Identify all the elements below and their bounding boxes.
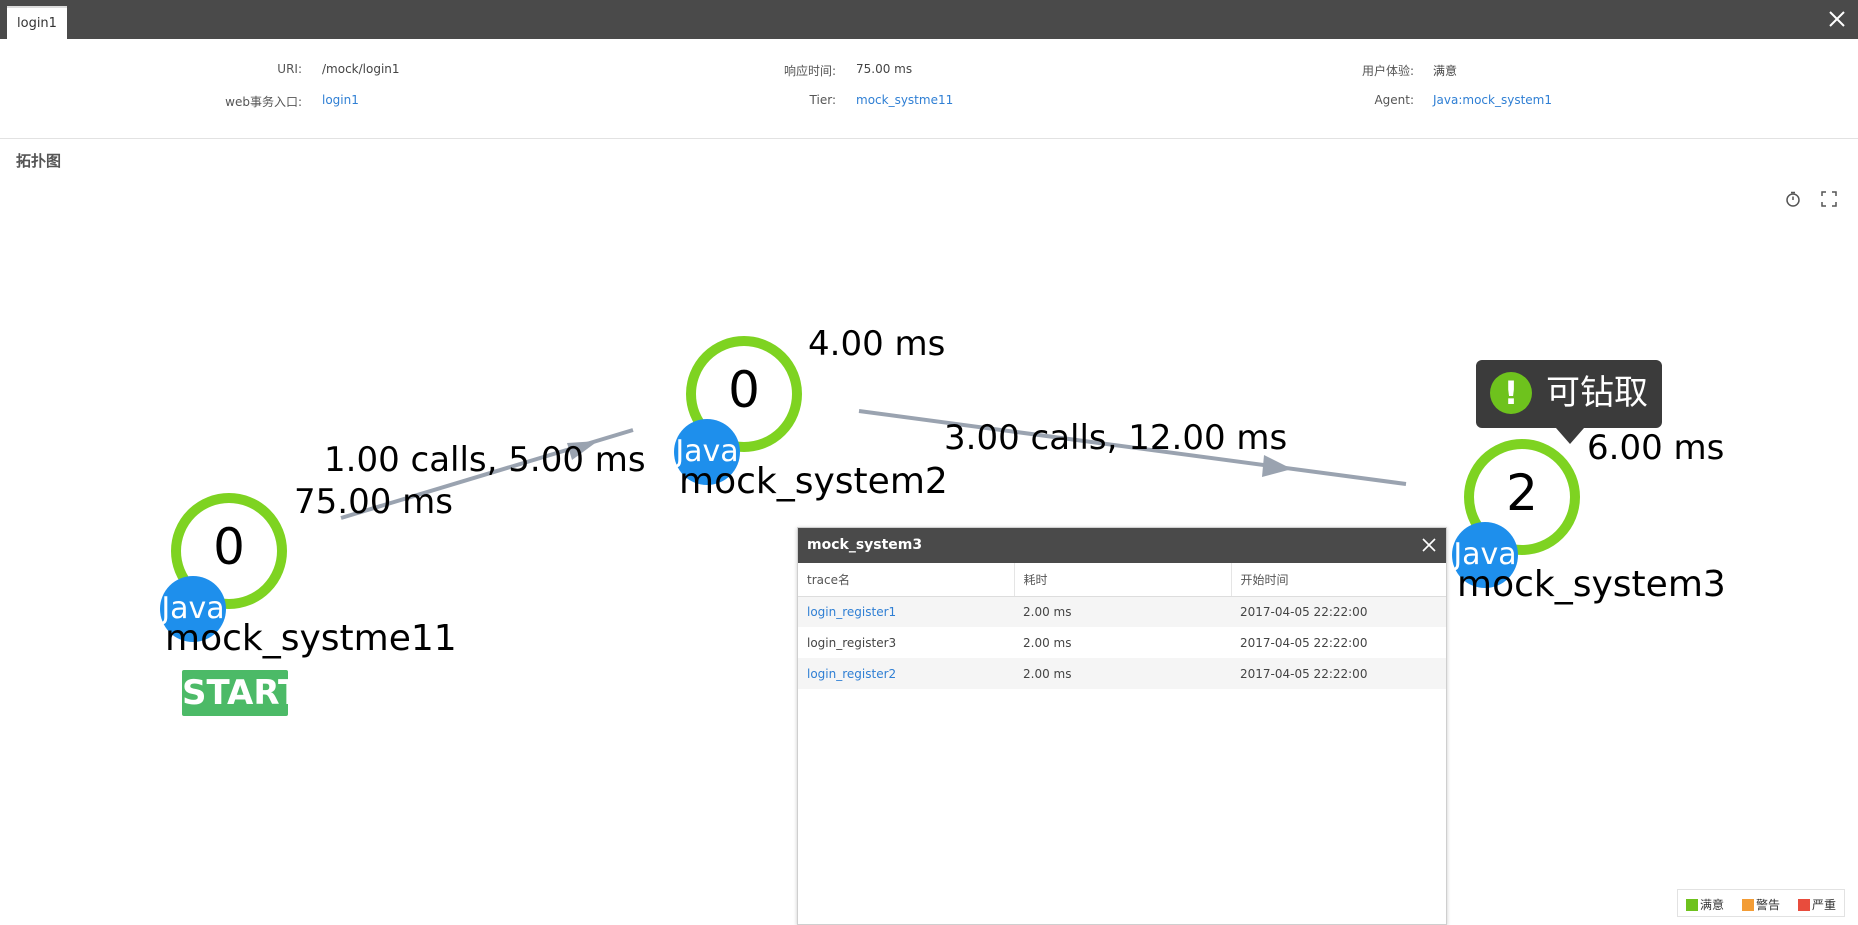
table-header-row: trace名 耗时 开始时间 (798, 563, 1446, 597)
trace-start-time: 2017-04-05 22:22:00 (1240, 635, 1368, 650)
close-icon[interactable] (1420, 536, 1438, 554)
response-time-label: 响应时间: (783, 64, 836, 78)
table-row[interactable]: login_register1 2.00 ms 2017-04-05 22:22… (798, 596, 1446, 627)
tab-bar: login1 (0, 0, 1858, 39)
edge-label-1: 1.00 calls, 5.00 ms (324, 440, 646, 480)
trace-start-time: 2017-04-05 22:22:00 (1231, 596, 1446, 627)
trace-link[interactable]: login_register1 (798, 596, 1014, 627)
edge-label-2: 3.00 calls, 12.00 ms (944, 418, 1288, 458)
trace-link[interactable]: login_register2 (798, 658, 1014, 689)
legend-label: 满意 (1700, 898, 1725, 912)
node-time-1: 75.00 ms (294, 482, 453, 522)
node-count-2: 0 (728, 361, 760, 419)
entry-label: web事务入口: (225, 95, 302, 109)
node-name-1[interactable]: mock_systme11 (165, 618, 457, 659)
legend-label: 警告 (1756, 898, 1781, 912)
trace-duration: 2.00 ms (1014, 596, 1231, 627)
uri-value: /mock/login1 (322, 62, 400, 76)
column-header-trace[interactable]: trace名 (798, 563, 1015, 597)
panel-header: mock_system3 (798, 528, 1446, 563)
node-count-3: 2 (1506, 464, 1538, 522)
entry-link[interactable]: login1 (322, 93, 359, 107)
response-time-value: 75.00 ms (856, 62, 913, 76)
column-header-start[interactable]: 开始时间 (1231, 563, 1446, 597)
legend-swatch (1798, 899, 1810, 911)
user-experience-label: 用户体验: (1361, 64, 1414, 78)
trace-panel: mock_system3 trace名 耗时 开始时间 login_regist… (797, 527, 1447, 925)
column-header-duration[interactable]: 耗时 (1014, 563, 1232, 597)
legend-swatch (1742, 899, 1754, 911)
trace-table: trace名 耗时 开始时间 login_register1 2.00 ms 2… (798, 563, 1446, 689)
uri-label: URI: (277, 62, 302, 76)
drilldown-tooltip: ! 可钻取 (1476, 360, 1662, 444)
trace-start-time: 2017-04-05 22:22:00 (1231, 658, 1446, 689)
agent-label: Agent: (1374, 93, 1414, 107)
legend-item-satisfied: 满意 (1686, 896, 1724, 913)
trace-duration: 2.00 ms (1023, 635, 1072, 650)
tooltip-text: 可钻取 (1546, 373, 1648, 413)
node-time-2: 4.00 ms (808, 324, 946, 364)
panel-title: mock_system3 (807, 537, 923, 553)
trace-duration: 2.00 ms (1014, 658, 1231, 689)
status-legend: 满意 警告 严重 (1677, 889, 1845, 917)
start-badge: START (182, 670, 301, 716)
trace-name: login_register3 (807, 635, 897, 650)
tier-label: Tier: (809, 93, 836, 107)
alert-icon: ! (1490, 372, 1532, 414)
edge-arrow-2 (1262, 455, 1292, 477)
legend-item-warning: 警告 (1742, 896, 1780, 913)
user-experience-value: 满意 (1433, 64, 1458, 78)
tooltip-arrow (1556, 428, 1584, 444)
node-name-2[interactable]: mock_system2 (679, 461, 948, 502)
agent-link[interactable]: Java:mock_system1 (1433, 93, 1552, 107)
legend-label: 严重 (1812, 898, 1837, 912)
tab-login1[interactable]: login1 (7, 6, 67, 39)
legend-swatch (1686, 899, 1698, 911)
node-count-1: 0 (213, 518, 245, 576)
close-icon[interactable] (1826, 8, 1848, 30)
tier-link[interactable]: mock_systme11 (856, 93, 953, 107)
table-row[interactable]: login_register3 2.00 ms 2017-04-05 22:22… (798, 627, 1446, 658)
node-time-3: 6.00 ms (1587, 428, 1725, 468)
table-row[interactable]: login_register2 2.00 ms 2017-04-05 22:22… (798, 658, 1446, 689)
legend-item-critical: 严重 (1798, 896, 1836, 913)
node-name-3[interactable]: mock_system3 (1457, 564, 1726, 605)
transaction-info: URI: /mock/login1 web事务入口: login1 响应时间: … (0, 39, 1858, 139)
